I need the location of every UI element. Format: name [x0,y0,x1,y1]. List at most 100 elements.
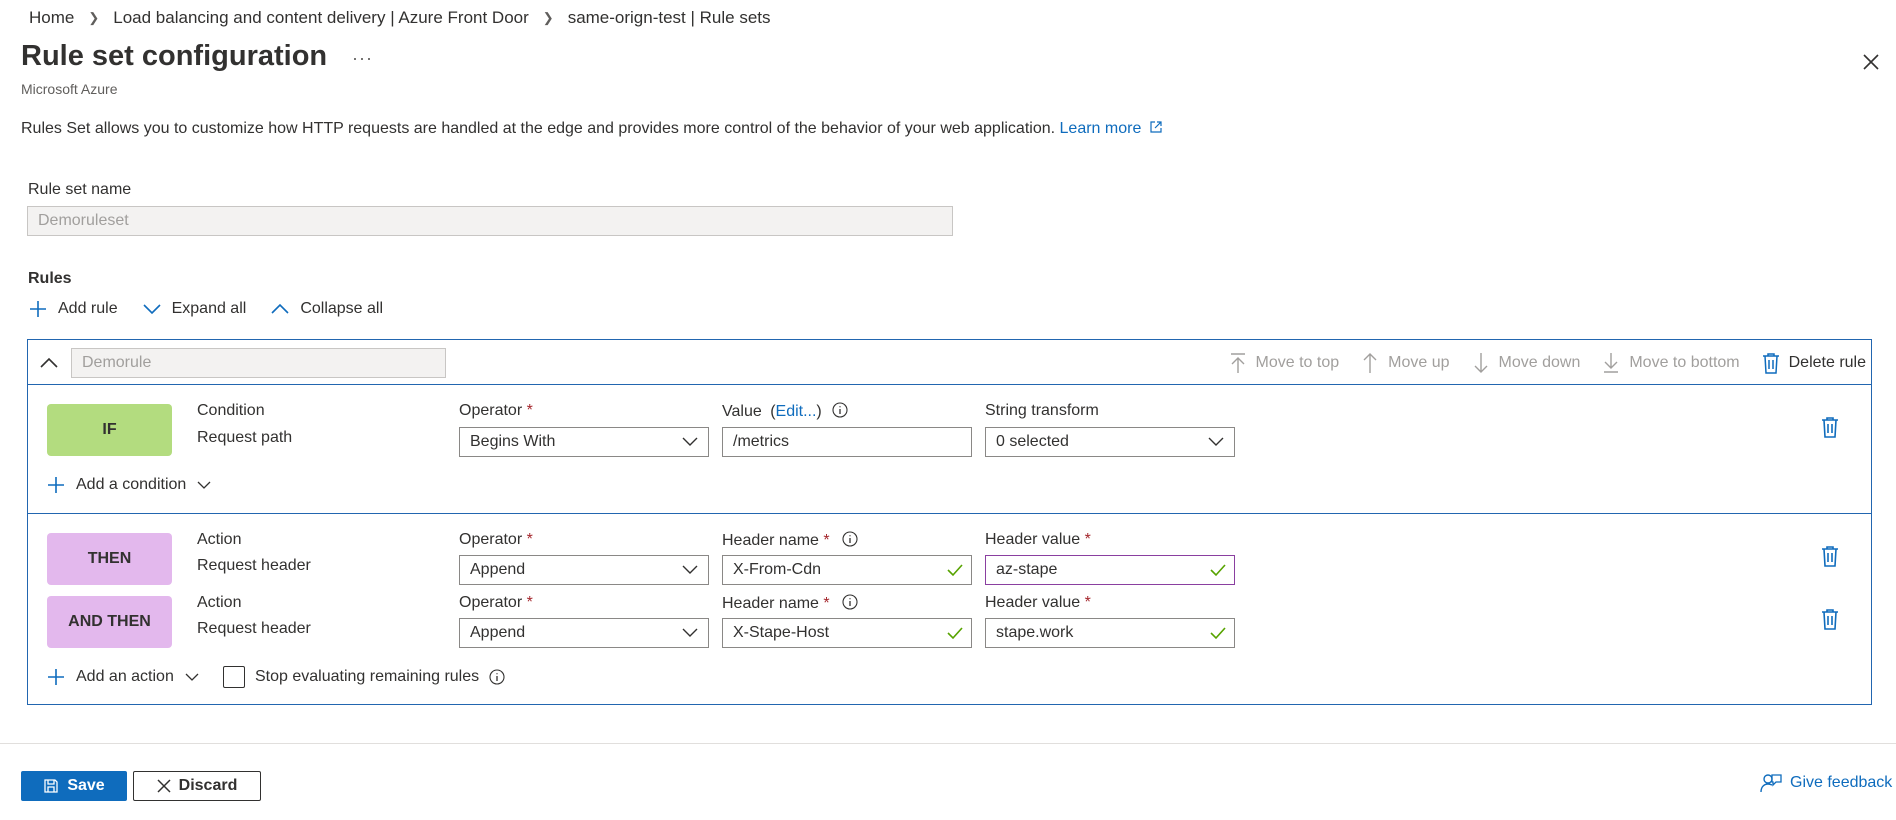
rule-set-name-label: Rule set name [28,181,132,198]
stop-evaluating-label: Stop evaluating remaining rules [255,668,480,685]
move-down-button[interactable]: Move down [1472,352,1581,374]
trash-icon [1822,609,1838,630]
breadcrumb-rule-sets[interactable]: same-orign-test | Rule sets [568,8,771,28]
operator-label-text: Operator [459,402,523,419]
chevron-down-icon [682,628,698,637]
discard-label: Discard [178,777,238,794]
header-value-input[interactable]: stape.work [985,618,1235,648]
header-name-label-text: Header name [722,595,819,612]
add-action-label: Add an action [76,668,174,685]
chevron-right-icon: ❯ [88,10,100,25]
move-down-label: Move down [1498,354,1581,371]
operator-label-text: Operator [459,594,523,611]
required-marker: * [526,594,533,611]
header-name-label: Header name * [722,594,858,613]
required-marker: * [526,531,533,548]
header-value-value: az-stape [996,561,1058,578]
rule-actions: Move to top Move up Move down Move to bo… [1229,352,1866,374]
add-action-button[interactable]: Add an action [46,667,200,687]
header-name-label-text: Header name [722,532,819,549]
header-value-input[interactable]: az-stape [985,555,1235,585]
move-to-top-button[interactable]: Move to top [1229,352,1339,374]
collapse-all-label: Collapse all [300,300,384,317]
close-button[interactable] [1857,48,1885,76]
delete-condition-button[interactable] [1820,416,1840,438]
add-rule-label: Add rule [58,300,118,317]
stop-evaluating-checkbox[interactable] [223,666,245,688]
chevron-up-icon [271,303,289,314]
required-marker: * [823,532,830,549]
trash-icon [1822,417,1838,438]
condition-operator-value: Begins With [470,433,556,450]
header-name-label: Header name * [722,531,858,550]
collapse-rule-button[interactable] [38,352,60,374]
action-operator-value: Append [470,561,526,578]
header-value-label: Header value * [985,594,1091,612]
condition-operator-dropdown[interactable]: Begins With [459,427,709,457]
collapse-all-button[interactable]: Collapse all [270,299,383,319]
close-icon [1863,54,1879,70]
info-icon[interactable] [832,402,848,418]
action-operator-dropdown[interactable]: Append [459,555,709,585]
string-transform-dropdown[interactable]: 0 selected [985,427,1235,457]
rules-heading: Rules [28,270,72,287]
move-to-bottom-button[interactable]: Move to bottom [1602,352,1740,374]
string-transform-label: String transform [985,402,1099,419]
checkmark-icon [947,627,963,640]
expand-all-label: Expand all [171,300,247,317]
action-operator-label: Operator * [459,531,533,549]
condition-value-input[interactable]: /metrics [722,427,972,457]
page-title: Rule set configuration [21,40,328,72]
description-text: Rules Set allows you to customize how HT… [21,120,1056,137]
header-name-input[interactable]: X-From-Cdn [722,555,972,585]
chevron-down-icon [143,304,161,315]
move-up-button[interactable]: Move up [1361,352,1450,374]
header-value-value: stape.work [996,624,1074,641]
and-then-badge: AND THEN [47,596,172,648]
delete-action-button[interactable] [1820,608,1840,630]
page-description: Rules Set allows you to customize how HT… [21,120,1163,138]
chevron-up-icon [40,357,58,368]
delete-action-button[interactable] [1820,545,1840,567]
delete-rule-button[interactable]: Delete rule [1762,352,1866,374]
chevron-down-icon [197,481,211,489]
required-marker: * [1084,594,1091,611]
info-icon[interactable] [842,531,858,547]
add-condition-button[interactable]: Add a condition [46,475,212,495]
info-icon[interactable] [842,594,858,610]
stop-evaluating-option: Stop evaluating remaining rules [223,666,505,688]
info-icon[interactable] [489,669,505,685]
save-button[interactable]: Save [21,771,127,801]
footer-divider [0,743,1896,744]
condition-operator-label: Operator * [459,402,533,420]
give-feedback-link[interactable]: Give feedback [1760,772,1892,794]
edit-value-link[interactable]: Edit... [776,403,817,420]
action-type-value: Request header [197,557,311,574]
string-transform-value: 0 selected [996,433,1069,450]
breadcrumb-front-door[interactable]: Load balancing and content delivery | Az… [113,8,529,28]
give-feedback-label: Give feedback [1790,774,1893,791]
header-value-label-text: Header value [985,594,1081,611]
header-name-value: X-From-Cdn [733,561,822,578]
arrow-top-icon [1230,353,1245,373]
trash-icon [1822,546,1838,567]
expand-all-button[interactable]: Expand all [142,299,247,319]
header-name-value: X-Stape-Host [733,624,830,641]
chevron-down-icon [682,437,698,446]
action-operator-dropdown[interactable]: Append [459,618,709,648]
external-link-icon [1150,121,1162,133]
add-rule-button[interactable]: Add rule [28,299,118,319]
rule-card [27,339,1872,705]
arrow-bottom-icon [1604,353,1619,373]
save-icon [44,779,58,793]
required-marker: * [823,595,830,612]
header-name-input[interactable]: X-Stape-Host [722,618,972,648]
rule-name-input: Demorule [71,348,446,378]
rules-toolbar: Add rule Expand all Collapse all [28,299,407,319]
more-options-button[interactable]: ··· [352,48,373,69]
then-badge: THEN [47,533,172,585]
breadcrumb-home[interactable]: Home [29,8,74,28]
required-marker: * [526,402,533,419]
learn-more-link[interactable]: Learn more [1060,120,1163,137]
discard-button[interactable]: Discard [133,771,261,801]
